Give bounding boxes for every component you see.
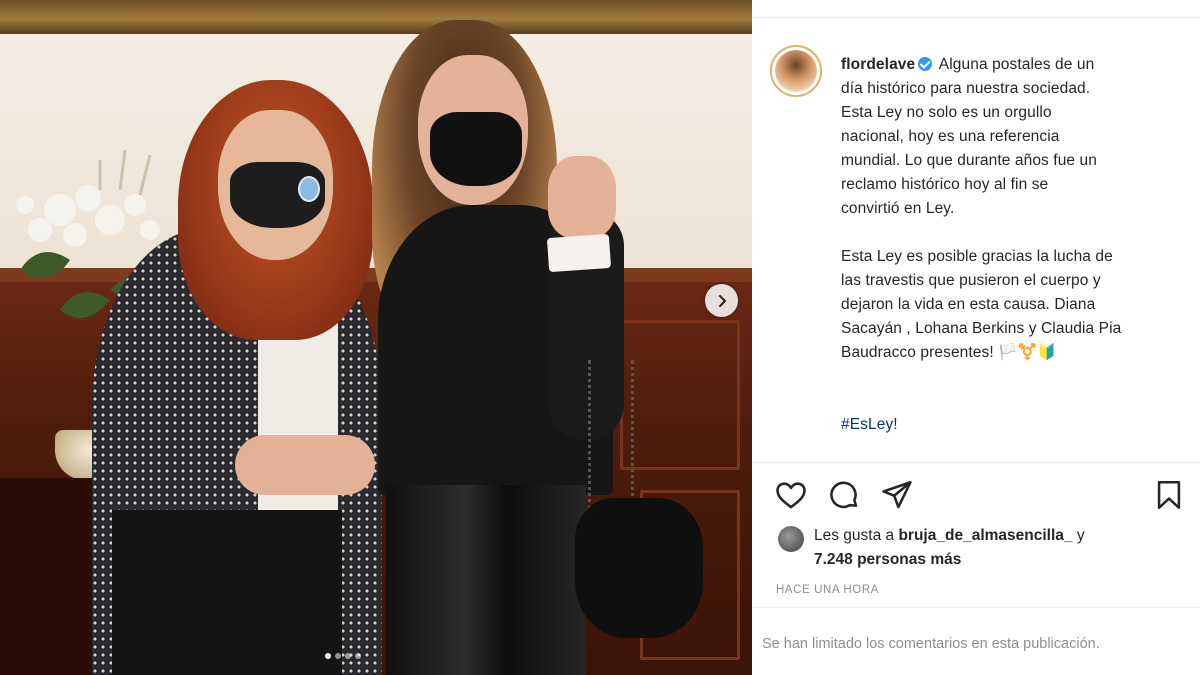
share-icon bbox=[882, 480, 912, 509]
comments-divider bbox=[752, 607, 1200, 608]
person-left-skirt bbox=[112, 510, 342, 675]
person-right-mask bbox=[430, 112, 522, 186]
likes-count-link[interactable]: 7.248 personas más bbox=[814, 551, 961, 568]
caption-text-1: Alguna postales de un día histórico para … bbox=[841, 56, 1171, 221]
caption-line: las travestis que pusieron el cuerpo y bbox=[841, 272, 1101, 289]
save-button[interactable] bbox=[1152, 478, 1188, 514]
liker-avatar[interactable] bbox=[778, 526, 804, 552]
carousel-dot bbox=[335, 653, 341, 659]
like-button[interactable] bbox=[774, 478, 810, 514]
username-link[interactable]: flordelave bbox=[841, 56, 915, 73]
carousel-dot bbox=[355, 653, 361, 659]
carousel-indicator bbox=[325, 653, 361, 659]
caption-line: Sacayán , Lohana Berkins y Claudia Pia bbox=[841, 320, 1122, 337]
chevron-right-icon bbox=[718, 294, 726, 307]
caption-line: Alguna postales de un bbox=[938, 56, 1095, 73]
comment-icon bbox=[830, 481, 858, 509]
post-timestamp[interactable]: HACE UNA HORA bbox=[776, 584, 879, 596]
avatar-image bbox=[775, 50, 817, 92]
caption-line: día histórico para nuestra sociedad. bbox=[841, 80, 1091, 97]
hashtag-link[interactable]: #EsLey! bbox=[841, 413, 1171, 437]
post-sidebar: flordelave Alguna postales de un día hist… bbox=[752, 0, 1200, 675]
actions-divider bbox=[752, 462, 1200, 463]
share-button[interactable] bbox=[880, 478, 916, 514]
person-right-pants bbox=[386, 485, 586, 675]
carousel-dot bbox=[325, 653, 331, 659]
handbag bbox=[575, 498, 703, 638]
likes-prefix: Les gusta a bbox=[814, 527, 895, 544]
picture-frame bbox=[0, 0, 752, 34]
post-photo[interactable] bbox=[0, 0, 752, 675]
verified-badge-icon bbox=[918, 57, 933, 71]
wood-panel bbox=[620, 320, 740, 470]
carousel-next-button[interactable] bbox=[705, 284, 738, 317]
caption-line: reclamo histórico hoy al fin se bbox=[841, 176, 1049, 193]
bookmark-icon bbox=[1157, 480, 1181, 510]
carousel-dot bbox=[345, 653, 351, 659]
bag-chain-strap bbox=[588, 360, 634, 510]
caption-line: nacional, hoy es una referencia bbox=[841, 128, 1060, 145]
header-divider bbox=[752, 0, 1200, 18]
user-avatar[interactable] bbox=[770, 45, 822, 97]
post-caption: flordelave Alguna postales de un día hist… bbox=[841, 53, 1171, 437]
person-left-hands bbox=[235, 435, 375, 495]
likes-line-2: 7.248 personas más bbox=[814, 548, 1174, 572]
caption-line: Esta Ley no solo es un orgullo bbox=[841, 104, 1052, 121]
comment-button[interactable] bbox=[827, 478, 863, 514]
mask-badge bbox=[298, 176, 320, 202]
action-bar bbox=[774, 478, 1184, 514]
liker-username-link[interactable]: bruja_de_almasencilla_ bbox=[898, 527, 1072, 544]
caption-line: mundial. Lo que durante años fue un bbox=[841, 152, 1097, 169]
comments-limited-notice: Se han limitado los comentarios en esta … bbox=[762, 636, 1100, 652]
white-ribbon bbox=[546, 233, 612, 273]
heart-icon bbox=[776, 482, 806, 509]
likes-conjunction: y bbox=[1076, 527, 1085, 544]
caption-line: convirtió en Ley. bbox=[841, 200, 955, 217]
likes-line-1: Les gusta a bruja_de_almasencilla_ y bbox=[814, 524, 1174, 548]
caption-line: Baudracco presentes! 🏳️⚧️🔰 bbox=[841, 344, 1057, 361]
caption-line: dejaron la vida en esta causa. Diana bbox=[841, 296, 1096, 313]
raised-fist bbox=[548, 156, 616, 238]
caption-line: Esta Ley es posible gracias la lucha de bbox=[841, 248, 1113, 265]
caption-text-2: Esta Ley es posible gracias la lucha de l… bbox=[841, 245, 1171, 365]
